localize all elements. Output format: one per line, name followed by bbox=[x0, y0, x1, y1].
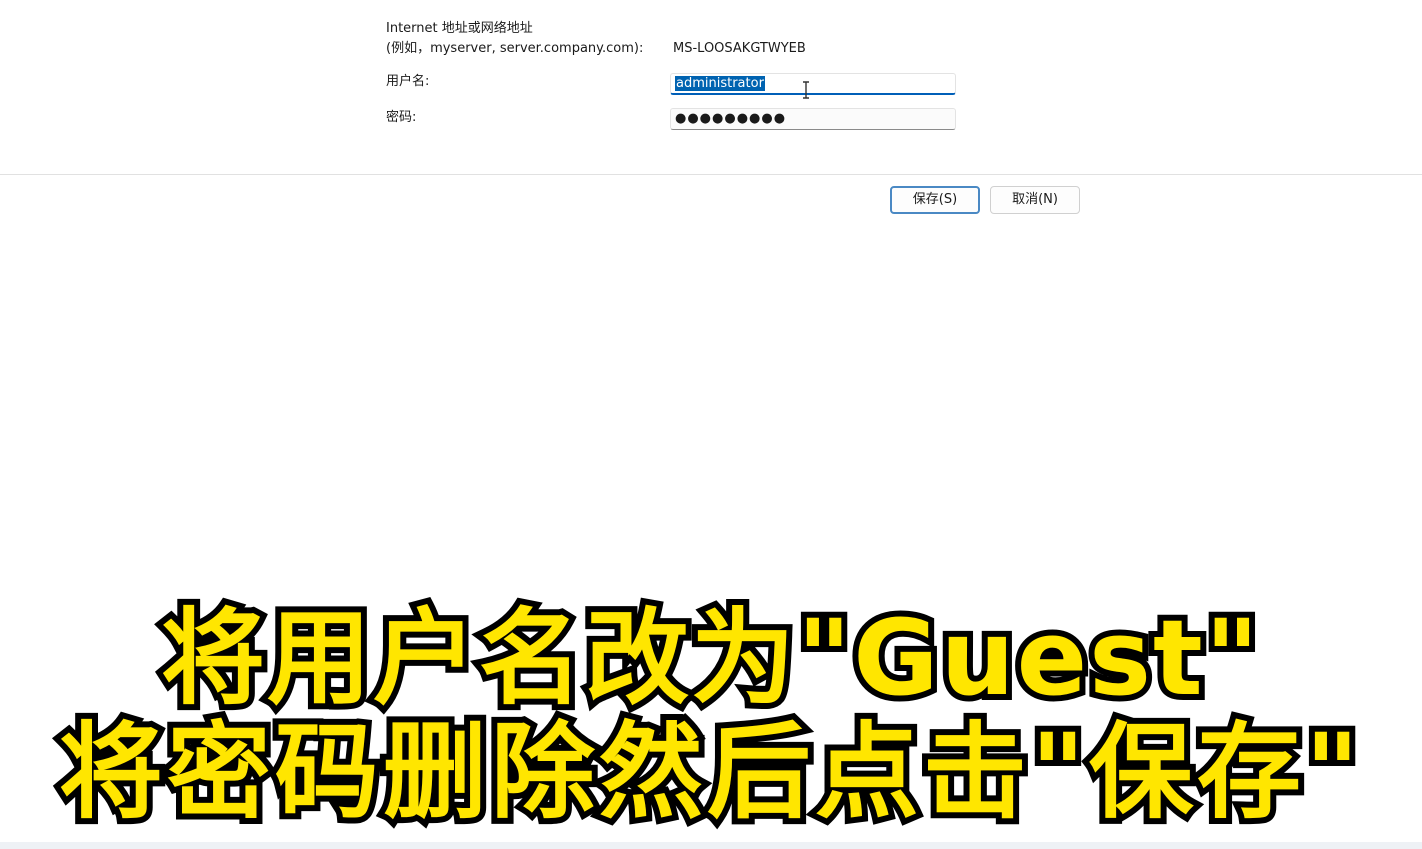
dialog-divider bbox=[0, 174, 1422, 175]
caption-line-2: 将密码删除然后点击"保存" bbox=[53, 706, 1365, 838]
password-field[interactable]: ●●●●●●●●● bbox=[670, 108, 956, 130]
username-label: 用户名: bbox=[386, 74, 430, 89]
address-value: MS-LOOSAKGTWYEB bbox=[673, 41, 806, 56]
username-field[interactable]: administrator bbox=[670, 73, 956, 95]
cancel-button[interactable]: 取消(N) bbox=[990, 186, 1080, 214]
username-value: administrator bbox=[675, 76, 765, 91]
address-label-line2: (例如，myserver, server.company.com): bbox=[386, 41, 644, 56]
text-cursor-ibeam-icon bbox=[803, 81, 809, 99]
password-value: ●●●●●●●●● bbox=[675, 111, 787, 126]
password-label: 密码: bbox=[386, 110, 417, 125]
save-button[interactable]: 保存(S) bbox=[890, 186, 980, 214]
caption-line-1: 将用户名改为"Guest" bbox=[155, 592, 1265, 724]
address-label-line1: Internet 地址或网络地址 bbox=[386, 21, 533, 36]
bottom-edge bbox=[0, 842, 1422, 849]
